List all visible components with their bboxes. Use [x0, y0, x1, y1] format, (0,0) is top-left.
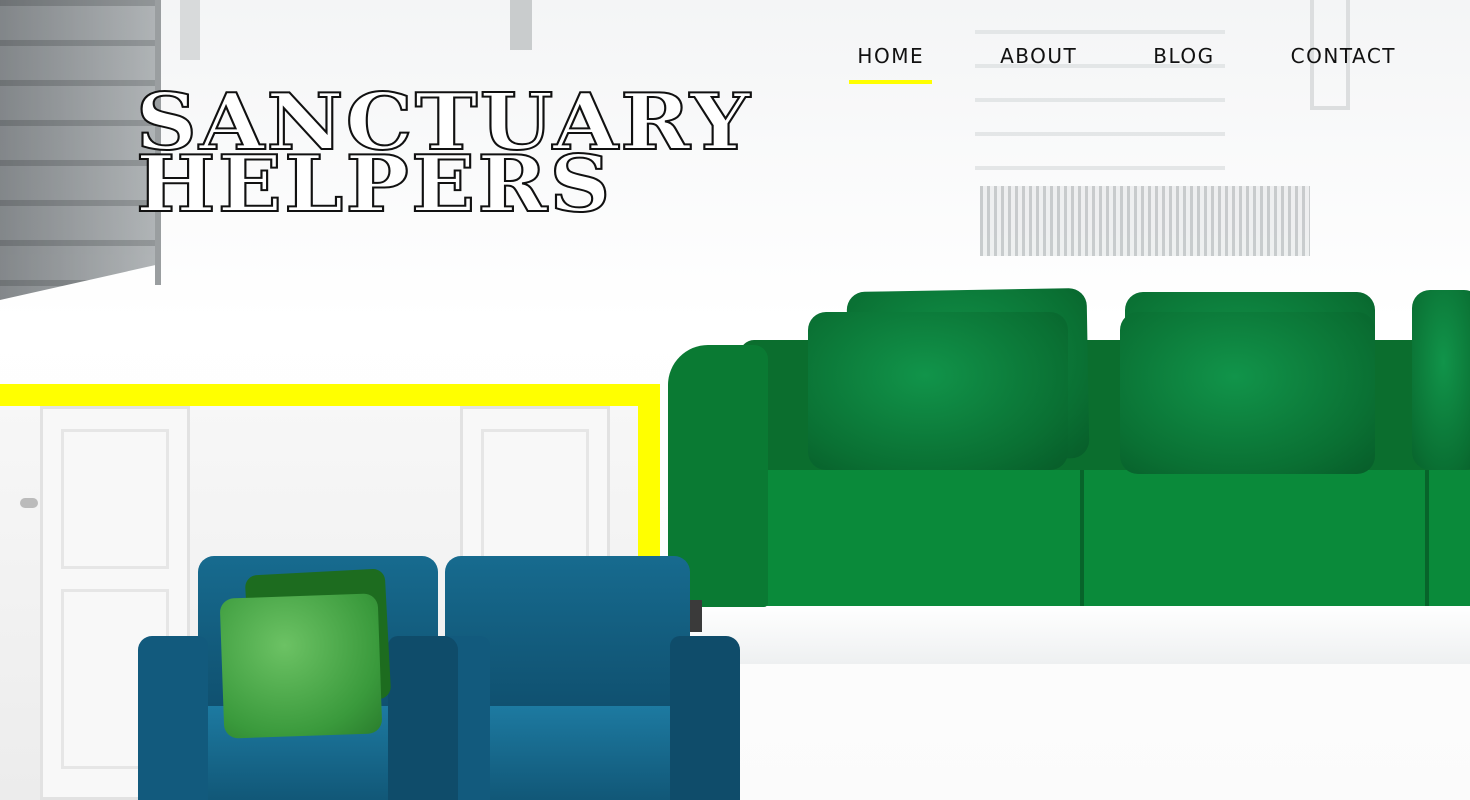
nav-blog-link[interactable]: BLOG [1145, 40, 1222, 84]
sofa-seam [1080, 470, 1084, 606]
sofa-seat [735, 470, 1470, 606]
floor-platform [700, 604, 1470, 664]
sofa-pillow [1120, 312, 1375, 474]
sofa-pillow [1412, 290, 1470, 470]
nav-home-link[interactable]: HOME [849, 40, 932, 84]
main-nav: HOME ABOUT BLOG CONTACT [849, 40, 1404, 84]
armchair-seat [465, 706, 705, 800]
nav-contact-link[interactable]: CONTACT [1283, 40, 1404, 84]
nav-about-link[interactable]: ABOUT [992, 40, 1085, 84]
wall-detail [180, 0, 200, 60]
armchair-arm [138, 636, 208, 800]
sofa-seam [1425, 470, 1429, 606]
ceiling-post [510, 0, 532, 50]
armchair-arm [388, 636, 458, 800]
armchair-arm [670, 636, 740, 800]
armchair [420, 556, 740, 800]
sofa-pillow [808, 312, 1068, 470]
background-shelf [975, 0, 1225, 190]
background-vent [980, 186, 1310, 256]
site-logo[interactable]: SANCTUARY HELPERS [135, 83, 752, 225]
chair-pillow [219, 593, 383, 739]
